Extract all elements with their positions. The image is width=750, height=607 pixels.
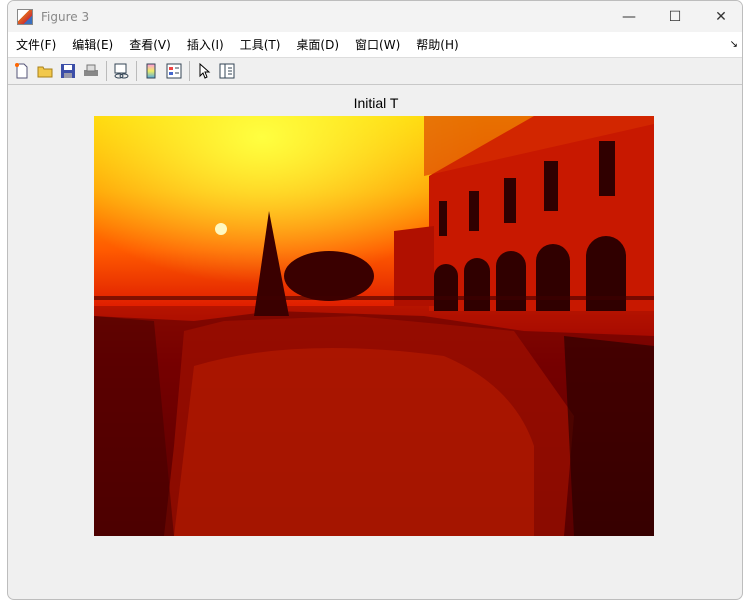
menu-help[interactable]: 帮助(H)	[416, 36, 458, 53]
minimize-button[interactable]: —	[606, 1, 652, 32]
axes-title: Initial T	[353, 95, 399, 111]
pointer-icon[interactable]	[194, 61, 214, 81]
maximize-button[interactable]: ☐	[652, 1, 698, 32]
print-icon[interactable]	[81, 61, 101, 81]
figure-window: Figure 3 — ☐ ✕ 文件(F) 编辑(E) 查看(V) 插入(I) 工…	[7, 0, 743, 600]
toolbar-separator	[106, 61, 107, 81]
sun	[215, 223, 227, 235]
toolbar	[8, 58, 742, 85]
menu-view[interactable]: 查看(V)	[129, 36, 171, 53]
save-icon[interactable]	[58, 61, 78, 81]
toolbar-separator	[136, 61, 137, 81]
image-scene	[94, 116, 654, 536]
menu-desktop[interactable]: 桌面(D)	[296, 36, 339, 53]
menu-window[interactable]: 窗口(W)	[355, 36, 400, 53]
colorbar-icon[interactable]	[141, 61, 161, 81]
menu-tools[interactable]: 工具(T)	[240, 36, 281, 53]
menu-file[interactable]: 文件(F)	[16, 36, 56, 53]
toolbar-separator	[189, 61, 190, 81]
menu-edit[interactable]: 编辑(E)	[72, 36, 113, 53]
menu-overflow-icon[interactable]: ↘	[730, 39, 738, 50]
new-figure-icon[interactable]	[12, 61, 32, 81]
window-title: Figure 3	[41, 9, 90, 24]
link-icon[interactable]	[111, 61, 131, 81]
image-display	[94, 116, 654, 536]
menu-insert[interactable]: 插入(I)	[187, 36, 224, 53]
matlab-icon	[17, 8, 33, 25]
menu-bar: 文件(F) 编辑(E) 查看(V) 插入(I) 工具(T) 桌面(D) 窗口(W…	[8, 32, 742, 58]
title-bar: Figure 3 — ☐ ✕	[8, 1, 742, 32]
close-button[interactable]: ✕	[698, 1, 742, 32]
legend-icon[interactable]	[164, 61, 184, 81]
property-editor-icon[interactable]	[217, 61, 237, 81]
open-icon[interactable]	[35, 61, 55, 81]
